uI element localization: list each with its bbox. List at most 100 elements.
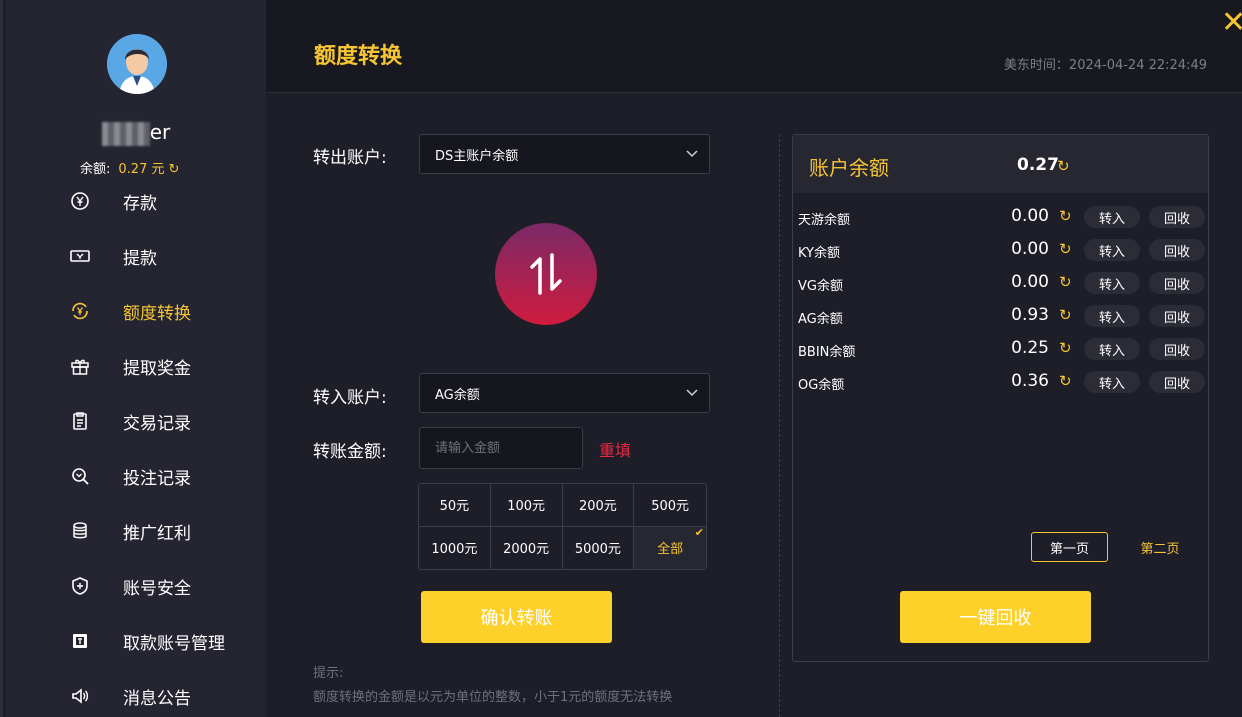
sidebar-item-bets[interactable]: 投注记录: [70, 461, 260, 491]
sidebar-item-transfer[interactable]: 额度转换: [70, 296, 260, 326]
out-account-value: DS主账户余额: [435, 148, 519, 164]
yen-circle-icon: [70, 191, 90, 211]
balance-row: 天游余额 0.00 ↻ 转入 回收: [797, 205, 1207, 229]
balance-row: OG余额 0.36 ↻ 转入 回收: [797, 370, 1207, 394]
username: er: [6, 120, 266, 146]
quick-amount-option[interactable]: 50元: [419, 484, 491, 527]
sidebar-item-announcements[interactable]: 消息公告: [70, 681, 260, 711]
balance-row: AG余额 0.93 ↻ 转入 回收: [797, 304, 1207, 328]
speaker-icon: [70, 686, 90, 706]
sidebar-item-label: 账号安全: [123, 578, 191, 599]
gift-icon: [70, 356, 90, 376]
in-account-value: AG余额: [435, 387, 480, 403]
sidebar-item-label: 提款: [123, 248, 157, 269]
sidebar-item-withdraw[interactable]: 提款: [70, 241, 260, 271]
balance-row-name: VG余额: [798, 279, 843, 294]
search-record-icon: [70, 466, 90, 486]
coins-icon: [70, 521, 90, 541]
balance-row: KY余额 0.00 ↻ 转入 回收: [797, 238, 1207, 262]
avatar: [107, 34, 167, 94]
recycle-button[interactable]: 回收: [1149, 338, 1205, 360]
balance-total: 0.27: [1017, 155, 1059, 175]
divider: [779, 134, 780, 717]
recycle-button[interactable]: 回收: [1149, 206, 1205, 228]
out-account-label: 转出账户:: [313, 148, 387, 168]
recycle-button[interactable]: 回收: [1149, 305, 1205, 327]
exchange-yen-icon: [70, 301, 90, 321]
page-1-button[interactable]: 第一页: [1031, 532, 1108, 562]
sidebar-item-promo[interactable]: 推广红利: [70, 516, 260, 546]
transfer-in-button[interactable]: 转入: [1084, 272, 1140, 294]
balance-row-amount: 0.25: [1011, 338, 1049, 358]
refresh-icon[interactable]: ↻: [168, 162, 179, 177]
quick-amount-all[interactable]: 全部 ✔: [634, 525, 706, 569]
refresh-icon[interactable]: ↻: [1059, 372, 1072, 390]
refresh-icon[interactable]: ↻: [1059, 207, 1072, 225]
sidebar-item-bonus[interactable]: 提取奖金: [70, 351, 260, 381]
sidebar-item-transactions[interactable]: 交易记录: [70, 406, 260, 436]
checkmark-icon: ✔: [694, 525, 704, 539]
sidebar-item-security[interactable]: 账号安全: [70, 571, 260, 601]
balance-row: BBIN余额 0.25 ↻ 转入 回收: [797, 337, 1207, 361]
shield-icon: [70, 576, 90, 596]
transfer-in-button[interactable]: 转入: [1084, 371, 1140, 393]
refresh-icon[interactable]: ↻: [1059, 339, 1072, 357]
balance-row-name: AG余额: [798, 312, 843, 327]
refresh-icon[interactable]: ↻: [1059, 273, 1072, 291]
sidebar-item-label: 取款账号管理: [123, 633, 225, 654]
ticket-icon: [70, 246, 90, 266]
chevron-down-icon: [686, 389, 698, 397]
close-icon[interactable]: ✕: [1221, 8, 1242, 38]
balance-row-amount: 0.00: [1011, 272, 1049, 292]
page-title: 额度转换: [314, 44, 403, 69]
balance-row-name: OG余额: [798, 378, 845, 393]
sidebar-item-label: 交易记录: [123, 413, 191, 434]
username-text: er: [149, 120, 171, 144]
out-account-select[interactable]: DS主账户余额: [419, 134, 710, 174]
balance-row-name: 天游余额: [798, 213, 851, 228]
balance-row: VG余额 0.00 ↻ 转入 回收: [797, 271, 1207, 295]
sidebar-item-label: 额度转换: [123, 303, 191, 324]
balance-row-name: BBIN余额: [798, 345, 856, 360]
sidebar-item-deposit[interactable]: 存款: [70, 186, 260, 216]
amount-input[interactable]: [419, 427, 583, 469]
in-account-label: 转入账户:: [313, 388, 387, 408]
recycle-button[interactable]: 回收: [1149, 371, 1205, 393]
sidebar-item-label: 提取奖金: [123, 358, 191, 379]
page-2-button[interactable]: 第二页: [1125, 532, 1195, 562]
confirm-transfer-button[interactable]: 确认转账: [421, 591, 612, 643]
sidebar-balance: 余额: 0.27 元 ↻: [80, 158, 179, 177]
page-header: 额度转换 美东时间：2024-04-24 22:24:49 ✕: [266, 0, 1242, 93]
refresh-icon[interactable]: ↻: [1059, 306, 1072, 324]
recycle-all-button[interactable]: 一键回收: [900, 591, 1091, 643]
sidebar-item-label: 消息公告: [123, 688, 191, 709]
transfer-in-button[interactable]: 转入: [1084, 239, 1140, 261]
quick-amount-option[interactable]: 100元: [490, 484, 563, 527]
quick-amount-all-label: 全部: [657, 542, 684, 558]
quick-amount-option[interactable]: 200元: [562, 484, 635, 527]
quick-amount-option[interactable]: 500元: [634, 484, 706, 527]
transfer-in-button[interactable]: 转入: [1084, 206, 1140, 228]
quick-amount-grid: 50元 100元 200元 500元 1000元 2000元 5000元 全部 …: [418, 483, 707, 570]
transfer-in-button[interactable]: 转入: [1084, 338, 1140, 360]
balance-row-amount: 0.93: [1011, 305, 1049, 325]
refresh-icon[interactable]: ↻: [1057, 157, 1070, 175]
sidebar-item-label: 投注记录: [123, 468, 191, 489]
transfer-in-button[interactable]: 转入: [1084, 305, 1140, 327]
recycle-button[interactable]: 回收: [1149, 239, 1205, 261]
swap-accounts-button[interactable]: [495, 223, 597, 325]
reset-button[interactable]: 重填: [599, 437, 631, 461]
sidebar-item-label: 推广红利: [123, 523, 191, 544]
username-masked: [101, 121, 150, 146]
recycle-button[interactable]: 回收: [1149, 272, 1205, 294]
in-account-select[interactable]: AG余额: [419, 373, 710, 413]
quick-amount-option[interactable]: 2000元: [491, 526, 563, 569]
sidebar-item-label: 存款: [123, 193, 157, 214]
hint-text: 额度转换的金额是以元为单位的整数，小于1元的额度无法转换: [313, 690, 673, 705]
balance-row-amount: 0.36: [1011, 371, 1049, 391]
quick-amount-option[interactable]: 1000元: [419, 526, 491, 569]
sidebar-item-withdraw-accounts[interactable]: 取款账号管理: [70, 626, 260, 656]
refresh-icon[interactable]: ↻: [1059, 240, 1072, 258]
app-window: er 余额: 0.27 元 ↻ 存款 提款 额度转换 提取奖金 交易记录 投注记录: [0, 0, 1242, 717]
quick-amount-option[interactable]: 5000元: [563, 526, 635, 569]
